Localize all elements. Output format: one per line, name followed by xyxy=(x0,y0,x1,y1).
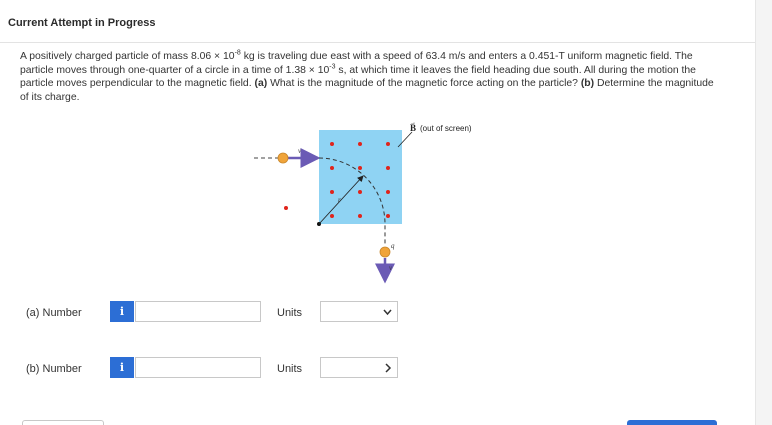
particle-initial xyxy=(277,152,289,164)
info-icon[interactable]: i xyxy=(110,301,134,322)
problem-figure: B → (out of screen) v r q v xyxy=(248,118,498,293)
radius-label: r xyxy=(338,196,341,204)
page-title: Current Attempt in Progress xyxy=(8,17,156,29)
b-vector-arrowmark: → xyxy=(410,120,416,126)
part-b-units-label: Units xyxy=(277,363,303,375)
part-b-units-select[interactable] xyxy=(320,357,398,378)
part-a-number-label: (a) Number xyxy=(26,307,82,319)
part-b-tag: (b) xyxy=(580,78,595,90)
part-a-units-select[interactable] xyxy=(320,301,398,322)
info-icon[interactable]: i xyxy=(110,357,134,378)
problem-text-1: A positively charged particle of mass 8.… xyxy=(20,51,235,62)
header-bar: Current Attempt in Progress xyxy=(0,0,756,43)
part-a-text: What is the magnitude of the magnetic fo… xyxy=(267,78,581,90)
problem-statement: A positively charged particle of mass 8.… xyxy=(20,50,725,104)
velocity-label-top: v xyxy=(298,147,302,155)
particle-final xyxy=(379,246,391,258)
field-diagram: B → (out of screen) v r q v xyxy=(254,120,472,284)
save-for-later-button[interactable] xyxy=(22,420,104,425)
chevron-down-icon xyxy=(383,309,392,316)
charge-label: q xyxy=(391,242,395,250)
part-a-tag: (a) xyxy=(254,78,268,90)
b-caption: (out of screen) xyxy=(420,124,472,133)
part-a-units-label: Units xyxy=(277,307,303,319)
chevron-right-icon xyxy=(385,363,392,373)
scrollbar[interactable] xyxy=(755,0,772,425)
part-b-number-input[interactable] xyxy=(135,357,261,378)
part-a-number-input[interactable] xyxy=(135,301,261,322)
submit-answer-button[interactable] xyxy=(627,420,717,425)
velocity-label-bottom: v xyxy=(389,264,393,272)
part-b-number-label: (b) Number xyxy=(26,363,82,375)
